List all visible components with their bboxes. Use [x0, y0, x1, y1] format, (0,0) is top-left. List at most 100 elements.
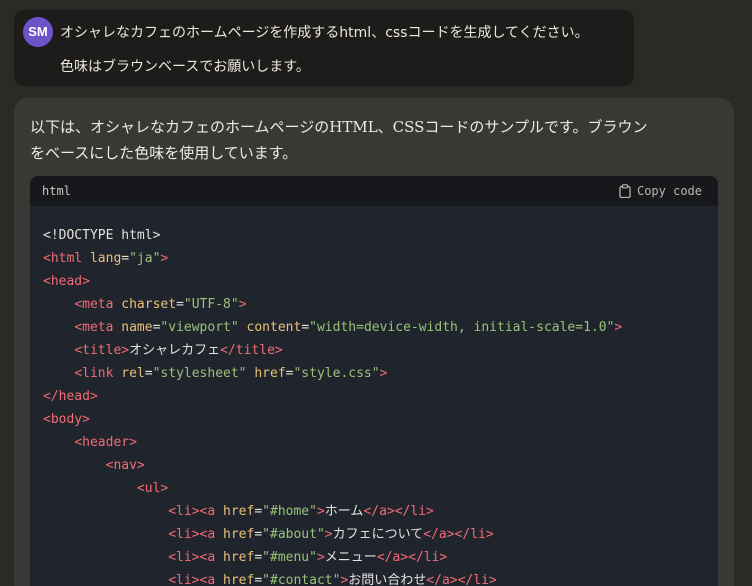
code-token: href — [254, 366, 286, 381]
code-token: "ja" — [129, 251, 161, 266]
code-token: = — [121, 251, 130, 266]
code-line: <li><a href="#menu">メニュー</a></li> — [43, 546, 622, 569]
code-token: "#about" — [262, 527, 325, 542]
code-token: <li><a — [168, 573, 224, 586]
user-message-line-1: オシャレなカフェのホームページを作成するhtml、cssコードを生成してください… — [60, 25, 589, 41]
code-token: </a></li> — [423, 527, 494, 542]
chat-page: SM オシャレなカフェのホームページを作成するhtml、cssコードを生成してく… — [0, 0, 752, 586]
code-token: <header> — [74, 435, 137, 450]
code-token: rel — [121, 366, 145, 381]
code-token: <link — [74, 366, 122, 381]
copy-code-button[interactable]: Copy code — [619, 182, 702, 200]
assistant-intro-line-2: をベースにした色味を使用しています。 — [30, 144, 298, 162]
code-block: html Copy code <!DOCTYPE html> <html lang… — [30, 176, 718, 586]
code-token: name — [121, 320, 153, 335]
code-line: </head> — [43, 385, 622, 408]
code-token: カフェについて — [332, 527, 424, 542]
code-token: href — [223, 504, 255, 519]
code-token: "viewport" — [160, 320, 239, 335]
code-line: <meta charset="UTF-8"> — [43, 293, 622, 316]
code-token: content — [246, 320, 302, 335]
code-token: = — [301, 320, 310, 335]
code-line: <!DOCTYPE html> — [43, 224, 622, 247]
code-token: href — [223, 527, 255, 542]
code-token: lang — [89, 251, 122, 266]
code-token: > — [614, 320, 623, 335]
code-token: = — [176, 297, 184, 312]
code-token: <html — [43, 251, 90, 266]
code-token: </a></li> — [363, 504, 434, 519]
code-token: <li><a — [168, 504, 224, 519]
code-token: = — [254, 550, 263, 565]
code-line: <title>オシャレカフェ</title> — [43, 339, 622, 362]
code-token: > — [379, 366, 388, 381]
code-token: <meta — [74, 297, 122, 312]
code-token: = — [254, 573, 263, 586]
code-token: <head> — [43, 274, 90, 289]
code-token: href — [223, 550, 255, 565]
code-line: <html lang="ja"> — [43, 247, 622, 270]
code-token: </title> — [220, 343, 283, 358]
code-token: ホーム — [324, 504, 364, 519]
code-line: <header> — [43, 431, 622, 454]
code-line: <body> — [43, 408, 622, 431]
code-token: オシャレカフェ — [129, 343, 221, 358]
user-message: SM オシャレなカフェのホームページを作成するhtml、cssコードを生成してく… — [14, 10, 634, 86]
code-line: <link rel="stylesheet" href="style.css"> — [43, 362, 622, 385]
code-token: <nav> — [105, 458, 145, 473]
code-token: <li><a — [168, 527, 224, 542]
code-token: "UTF-8" — [183, 297, 239, 312]
code-token: charset — [121, 297, 177, 312]
code-content: <!DOCTYPE html> <html lang="ja"> <head> <m… — [43, 224, 622, 586]
code-token: メニュー — [324, 550, 377, 565]
code-token: <li><a — [168, 550, 224, 565]
code-token: = — [254, 504, 263, 519]
copy-code-label: Copy code — [636, 184, 702, 198]
code-token: "style.css" — [293, 366, 380, 381]
assistant-intro-text: 以下は、オシャレなカフェのホームページのHTML、CSSコードのサンプルです。ブ… — [30, 114, 690, 166]
code-token: "width=device-width, initial-scale=1.0" — [309, 320, 615, 335]
code-token: "#contact" — [262, 573, 341, 586]
code-line: <li><a href="#home">ホーム</a></li> — [43, 500, 622, 523]
code-token: <ul> — [136, 481, 169, 496]
code-token: "#home" — [262, 504, 317, 519]
assistant-intro-line-1: 以下は、オシャレなカフェのホームページのHTML、CSSコードのサンプルです。ブ… — [30, 118, 648, 136]
code-language-label: html — [42, 184, 71, 198]
code-token: > — [324, 527, 333, 542]
code-token: = — [144, 366, 153, 381]
code-token: </a></li> — [376, 550, 448, 565]
code-token: > — [316, 550, 325, 565]
code-token: "stylesheet" — [152, 366, 247, 381]
code-line: <head> — [43, 270, 622, 293]
code-token: </a></li> — [426, 573, 497, 586]
code-token: > — [238, 297, 247, 312]
code-token: <title> — [74, 343, 130, 358]
code-line: <li><a href="#about">カフェについて</a></li> — [43, 523, 622, 546]
code-block-header: html Copy code — [30, 176, 718, 206]
code-token: </head> — [43, 389, 98, 404]
code-token: = — [254, 527, 263, 542]
code-token: > — [316, 504, 325, 519]
code-token: <!DOCTYPE html> — [43, 228, 161, 243]
code-token: <body> — [43, 412, 90, 427]
code-line: <nav> — [43, 454, 622, 477]
code-token: href — [223, 573, 255, 586]
user-avatar[interactable]: SM — [23, 17, 53, 47]
code-token: "#menu" — [262, 550, 317, 565]
code-line: <li><a href="#contact">お問い合わせ</a></li> — [43, 569, 622, 586]
clipboard-icon — [619, 184, 631, 198]
user-message-line-2: 色味はブラウンベースでお願いします。 — [60, 59, 310, 75]
assistant-message: 以下は、オシャレなカフェのホームページのHTML、CSSコードのサンプルです。ブ… — [14, 98, 734, 586]
code-line: <meta name="viewport" content="width=dev… — [43, 316, 622, 339]
code-token: お問い合わせ — [348, 573, 427, 586]
